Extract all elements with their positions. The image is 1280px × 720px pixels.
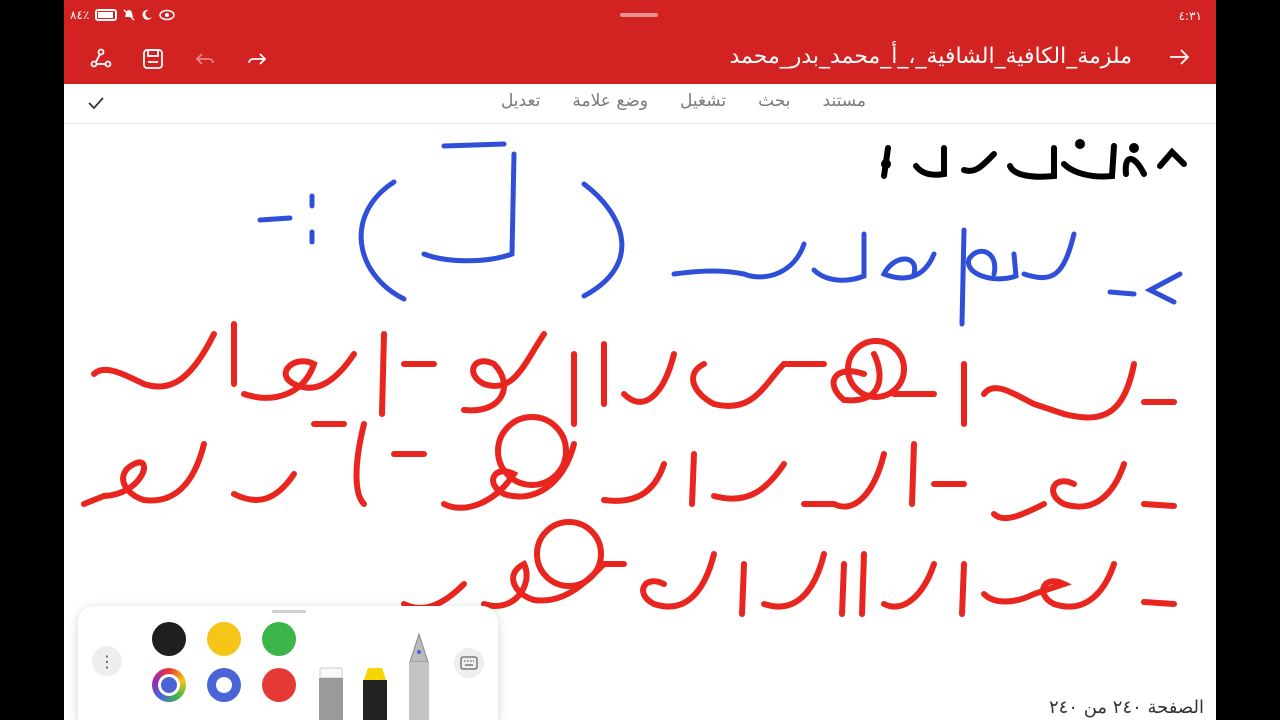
eraser-icon[interactable] (316, 664, 346, 720)
more-options-icon[interactable]: ⋮ (92, 646, 122, 676)
eye-icon (159, 9, 176, 21)
color-black[interactable] (152, 622, 186, 656)
status-icons: ٨٤٪ (70, 8, 176, 22)
menu-document[interactable]: مستند (823, 91, 866, 111)
blue-ink (257, 141, 1183, 327)
app-screen: ٨٤٪ ٤:٣١ ملزمة_الكافية_الشافية_،_أ_محمد_… (64, 0, 1216, 720)
undo-icon[interactable] (192, 46, 218, 72)
share-icon[interactable] (88, 46, 114, 72)
menu-bookmark[interactable]: وضع علامة (572, 91, 648, 111)
document-title: ملزمة_الكافية_الشافية_،_أ_محمد_بدر_محمد (729, 44, 1132, 69)
menu-play[interactable]: تشغيل (680, 91, 726, 111)
heading-ink (881, 139, 1187, 180)
redo-icon[interactable] (244, 46, 270, 72)
page-indicator: الصفحة ٢٤٠ من ٢٤٠ (1044, 697, 1208, 718)
color-blue[interactable] (207, 668, 241, 702)
color-green[interactable] (262, 622, 296, 656)
highlighter-icon[interactable] (360, 664, 390, 720)
battery-icon (95, 9, 118, 21)
red-ink (81, 321, 1177, 617)
mute-icon (123, 9, 135, 21)
palette-grip[interactable] (272, 610, 306, 613)
drag-handle[interactable] (620, 13, 658, 17)
menu-search[interactable]: بحث (758, 91, 790, 111)
menu-bar: مستند بحث تشغيل وضع علامة تعديل (64, 84, 1216, 124)
color-picker-icon[interactable] (152, 668, 186, 702)
check-icon[interactable] (86, 93, 106, 117)
status-bar: ٨٤٪ ٤:٣١ (64, 0, 1216, 34)
keyboard-icon[interactable] (454, 648, 484, 678)
menu-items: مستند بحث تشغيل وضع علامة تعديل (501, 91, 866, 111)
menu-edit[interactable]: تعديل (501, 91, 540, 111)
app-bar: ملزمة_الكافية_الشافية_،_أ_محمد_بدر_محمد (64, 34, 1216, 84)
pen-palette: ⋮ (78, 606, 498, 720)
moon-icon (142, 9, 153, 20)
fountain-pen-icon[interactable] (404, 632, 434, 720)
battery-percent: ٨٤٪ (70, 8, 90, 22)
color-red[interactable] (262, 668, 296, 702)
color-yellow[interactable] (207, 622, 241, 656)
back-arrow-icon[interactable] (1166, 44, 1192, 76)
save-icon[interactable] (140, 46, 166, 72)
status-time: ٤:٣١ (1178, 9, 1202, 23)
